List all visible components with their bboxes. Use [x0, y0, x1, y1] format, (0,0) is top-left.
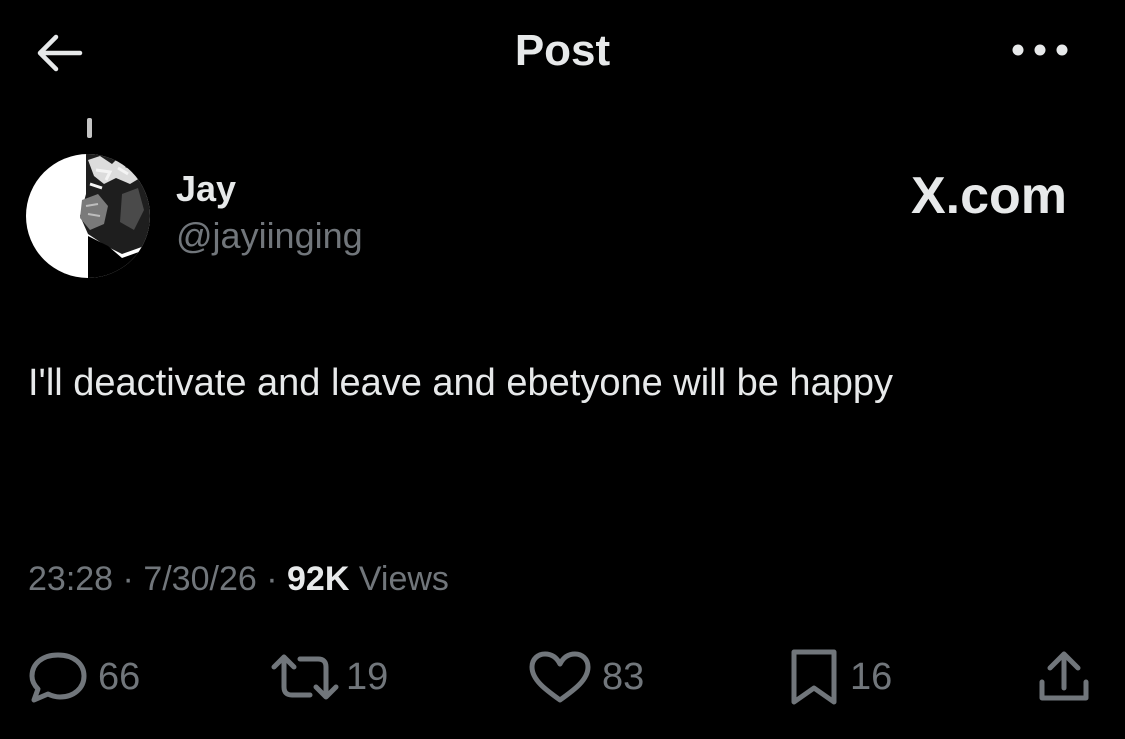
- thread-connector: [87, 118, 92, 138]
- post-text: I'll deactivate and leave and ebetyone w…: [28, 362, 893, 404]
- page-title: Post: [514, 26, 611, 75]
- bookmark-icon: [791, 649, 837, 705]
- reply-icon: [29, 652, 87, 703]
- repost-count: 19: [346, 655, 389, 698]
- share-button[interactable]: [1036, 648, 1092, 706]
- views-count: 92K: [287, 560, 350, 598]
- x-com-logo: X.com: [910, 167, 1067, 225]
- author-handle[interactable]: @jayiinging: [176, 214, 363, 258]
- more-button[interactable]: [1002, 28, 1078, 72]
- post-time[interactable]: 23:28: [28, 560, 113, 598]
- repost-button[interactable]: 19: [268, 648, 388, 706]
- views-label: Views: [358, 560, 449, 598]
- meta-separator: ·: [266, 560, 278, 598]
- share-icon: [1039, 651, 1089, 701]
- avatar[interactable]: [26, 154, 150, 278]
- bookmark-button[interactable]: 16: [788, 648, 892, 706]
- top-bar: Post: [0, 0, 1125, 110]
- repost-icon: [271, 654, 339, 700]
- like-count: 83: [602, 655, 645, 698]
- author-info: Jay @jayiinging: [176, 166, 363, 258]
- author-name[interactable]: Jay: [176, 166, 363, 212]
- avatar-image: [26, 154, 150, 278]
- post-meta: 23:28 · 7/30/26 · 92K Views: [28, 556, 449, 602]
- meta-separator: ·: [122, 560, 134, 598]
- post-date[interactable]: 7/30/26: [143, 560, 256, 598]
- reply-button[interactable]: 66: [28, 648, 140, 706]
- reply-count: 66: [98, 655, 141, 698]
- bookmark-count: 16: [850, 655, 893, 698]
- like-button[interactable]: 83: [528, 648, 644, 706]
- more-horizontal-icon: [1012, 44, 1068, 56]
- heart-icon: [529, 651, 591, 703]
